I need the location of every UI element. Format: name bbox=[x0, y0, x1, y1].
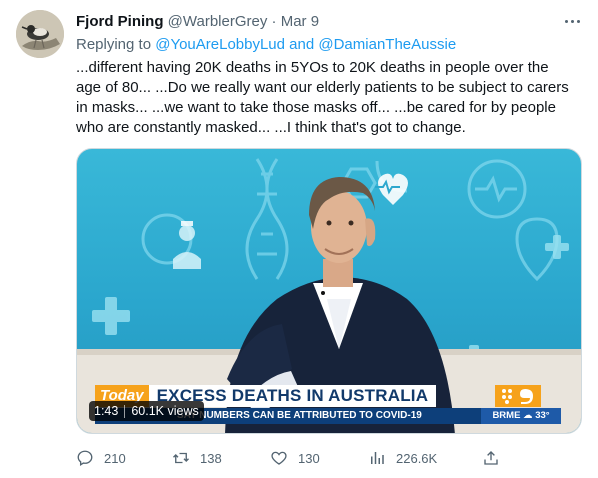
nine-network-logo bbox=[495, 385, 541, 407]
user-handle[interactable]: @WarblerGrey bbox=[168, 13, 268, 30]
avatar[interactable] bbox=[16, 10, 64, 58]
mention-link[interactable]: @DamianTheAussie bbox=[318, 36, 456, 53]
tweet[interactable]: Fjord Pining @WarblerGrey · Mar 9 Replyi… bbox=[0, 0, 598, 478]
tweet-text: ...different having 20K deaths in 5YOs t… bbox=[76, 59, 569, 136]
video-duration: 1:43 bbox=[94, 404, 119, 418]
tweet-date[interactable]: Mar 9 bbox=[281, 13, 319, 30]
video-info-badge: 1:43 60.1K views bbox=[89, 401, 204, 421]
replying-to: Replying to @YouAreLobbyLud and @DamianT… bbox=[76, 35, 456, 55]
views-count: 226.6K bbox=[396, 450, 438, 466]
video-views: 60.1K views bbox=[131, 404, 199, 418]
weather-ticker: BRME ☁ 33° bbox=[481, 408, 561, 424]
separator-dot: · bbox=[271, 13, 277, 30]
replying-and[interactable]: and bbox=[289, 36, 314, 53]
like-count: 130 bbox=[298, 450, 320, 466]
views-button[interactable]: 226.6K bbox=[368, 446, 437, 470]
replying-prefix: Replying to bbox=[76, 36, 152, 53]
badge-divider bbox=[124, 404, 126, 418]
more-icon[interactable] bbox=[560, 12, 584, 30]
reply-button[interactable]: 210 bbox=[76, 446, 126, 470]
mention-link[interactable]: @YouAreLobbyLud bbox=[155, 36, 285, 53]
retweet-icon[interactable] bbox=[172, 449, 190, 467]
reply-count: 210 bbox=[104, 450, 126, 466]
reply-icon[interactable] bbox=[76, 449, 94, 467]
like-button[interactable]: 130 bbox=[270, 446, 320, 470]
action-bar: 210 138 130 226.6K bbox=[76, 446, 506, 470]
analytics-icon[interactable] bbox=[368, 449, 386, 467]
share-icon[interactable] bbox=[482, 449, 500, 467]
share-button[interactable] bbox=[482, 446, 500, 470]
heart-icon[interactable] bbox=[270, 449, 288, 467]
retweet-button[interactable]: 138 bbox=[172, 446, 222, 470]
display-name[interactable]: Fjord Pining bbox=[76, 13, 164, 30]
tweet-header: Fjord Pining @WarblerGrey · Mar 9 bbox=[76, 12, 582, 32]
retweet-count: 138 bbox=[200, 450, 222, 466]
video-player[interactable]: Today EXCESS DEATHS IN AUSTRALIA SAY NUM… bbox=[76, 148, 582, 434]
